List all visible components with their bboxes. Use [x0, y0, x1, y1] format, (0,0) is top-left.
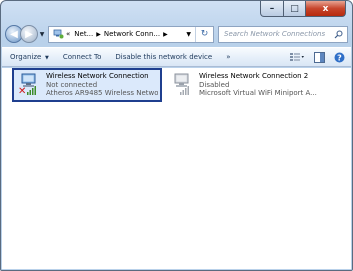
- connection-name: Wireless Network Connection 2: [199, 72, 309, 80]
- breadcrumb-separator-icon[interactable]: ▶: [96, 31, 101, 38]
- help-button[interactable]: ?: [334, 52, 345, 63]
- address-bar[interactable]: « Net... ▶ Network Conn... ▶ ▼ ↻: [48, 25, 214, 43]
- close-button[interactable]: x: [306, 1, 346, 17]
- list-item[interactable]: ✕ Wireless Network Connection Not connec…: [12, 68, 162, 102]
- recent-pages-dropdown[interactable]: ▼: [38, 31, 46, 38]
- disconnected-x-icon: ✕: [18, 86, 27, 97]
- search-placeholder: Search Network Connections: [224, 30, 326, 38]
- views-icon: [290, 53, 304, 61]
- connect-to-button[interactable]: Connect To: [63, 53, 102, 61]
- breadcrumb-network[interactable]: Net...: [74, 30, 93, 38]
- svg-text:?: ?: [337, 53, 342, 62]
- caption-buttons: – □ x: [260, 1, 346, 18]
- connection-device: Atheros AR9485 Wireless Network...: [46, 89, 158, 97]
- search-icon[interactable]: [334, 30, 343, 41]
- connection-details: Wireless Network Connection Not connecte…: [46, 72, 158, 98]
- connection-status: Not connected: [46, 80, 98, 89]
- change-view-button[interactable]: [289, 51, 305, 63]
- breadcrumb-overflow[interactable]: «: [66, 30, 70, 38]
- preview-pane-button[interactable]: [314, 51, 325, 63]
- network-connections-window: – □ x ◀ ▶ ▼ « Net... ▶ Network Conn... ▶…: [0, 0, 353, 271]
- back-arrow-icon: ◀: [10, 28, 18, 40]
- chevron-down-icon: ▼: [43, 55, 49, 61]
- list-item[interactable]: Wireless Network Connection 2 Disabled M…: [167, 68, 327, 102]
- preview-pane-icon: [314, 51, 325, 63]
- toolbar-right: ?: [280, 51, 345, 63]
- help-icon: ?: [334, 52, 345, 62]
- address-dropdown-icon[interactable]: ▼: [186, 31, 191, 38]
- wireless-adapter-disabled-icon: [171, 72, 193, 98]
- refresh-button[interactable]: ↻: [195, 26, 213, 42]
- organize-label: Organize: [10, 53, 42, 61]
- maximize-button[interactable]: □: [284, 1, 306, 17]
- disable-device-button[interactable]: Disable this network device: [115, 53, 212, 61]
- connection-details: Wireless Network Connection 2 Disabled M…: [199, 72, 317, 98]
- connection-device: Microsoft Virtual WiFi Miniport A...: [199, 89, 317, 97]
- command-bar: Organize ▼ Connect To Disable this netwo…: [2, 47, 351, 67]
- refresh-icon: ↻: [200, 29, 209, 39]
- breadcrumb-network-connections[interactable]: Network Conn...: [104, 30, 160, 38]
- minimize-button[interactable]: –: [260, 1, 284, 17]
- address-row: ◀ ▶ ▼ « Net... ▶ Network Conn... ▶ ▼ ↻ S…: [5, 23, 348, 45]
- forward-arrow-icon: ▶: [25, 28, 33, 40]
- connection-name: Wireless Network Connection: [46, 72, 149, 80]
- connection-status: Disabled: [199, 80, 230, 89]
- wireless-adapter-icon: ✕: [18, 72, 40, 98]
- forward-button[interactable]: ▶: [20, 25, 38, 43]
- network-folder-icon: [52, 29, 64, 39]
- connections-list: ✕ Wireless Network Connection Not connec…: [2, 68, 351, 269]
- organize-menu[interactable]: Organize ▼: [10, 53, 49, 61]
- more-commands-button[interactable]: »: [226, 53, 230, 61]
- search-input[interactable]: Search Network Connections: [218, 25, 348, 43]
- breadcrumb-separator-icon[interactable]: ▶: [163, 31, 168, 38]
